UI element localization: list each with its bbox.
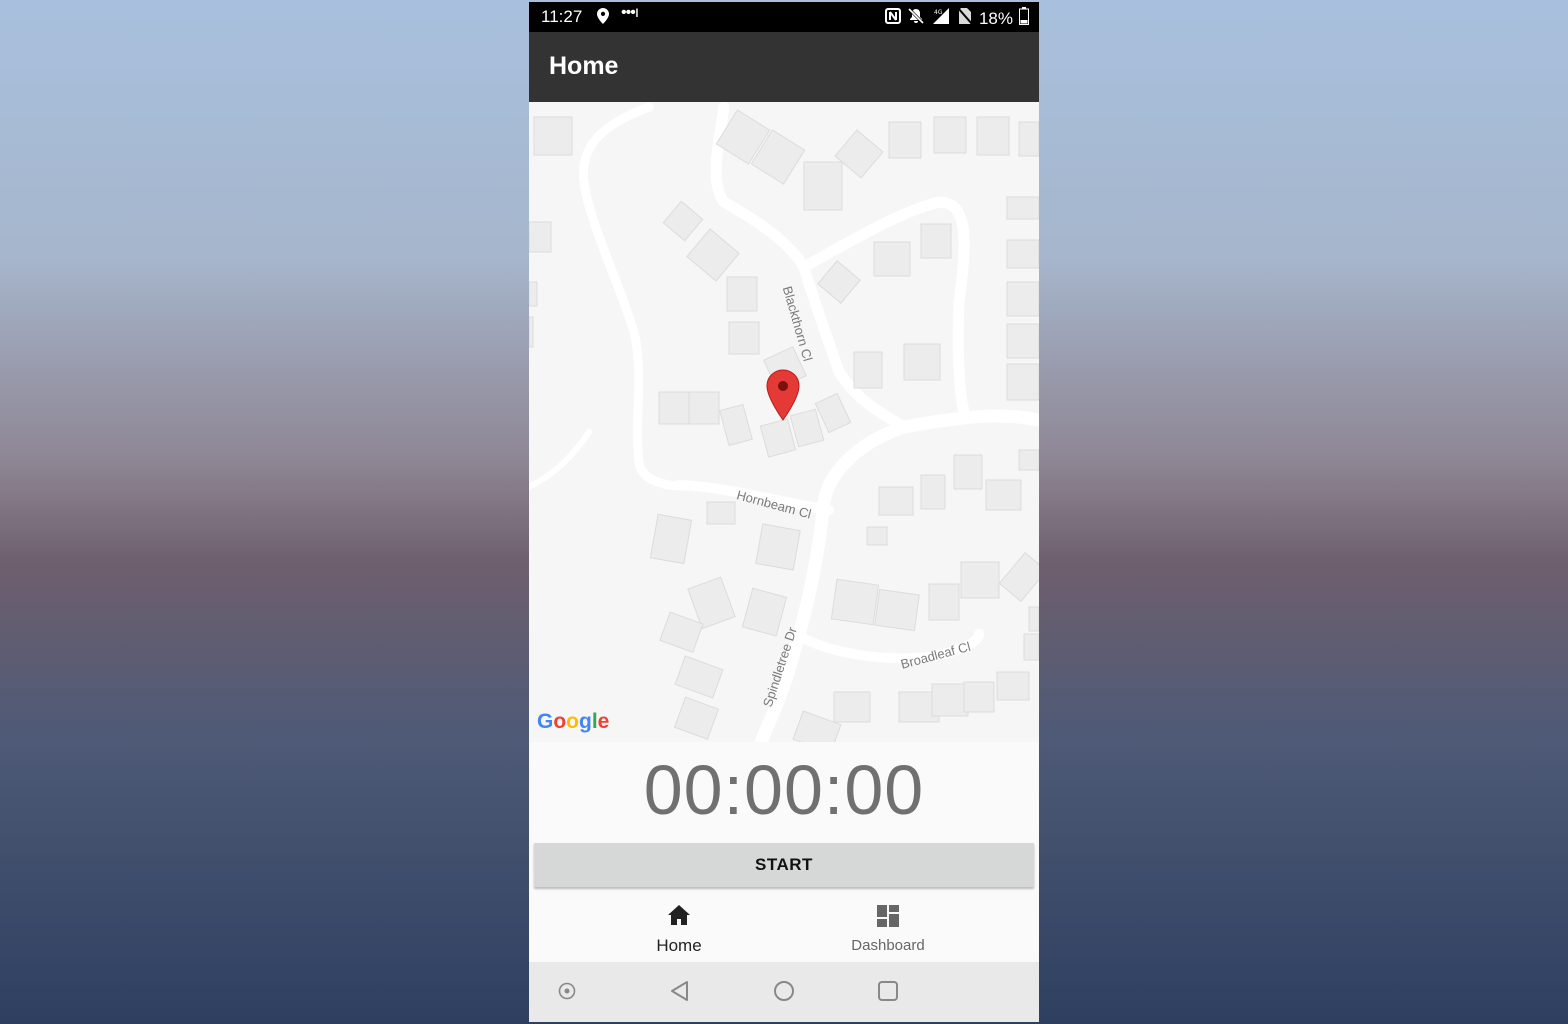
- assistant-icon[interactable]: [558, 980, 576, 1007]
- notification-dots: •••ı: [621, 4, 639, 21]
- location-marker-icon: [766, 369, 800, 421]
- no-sim-icon: [957, 7, 973, 30]
- back-icon[interactable]: [669, 980, 691, 1007]
- start-button[interactable]: START: [534, 843, 1034, 887]
- google-logo: Google: [537, 710, 610, 733]
- nav-label-home: Home: [656, 936, 702, 955]
- status-icons: 4G 18%: [884, 7, 1029, 30]
- map-view[interactable]: Blackthorn Cl Hornbeam Cl Spindletree Dr…: [529, 102, 1039, 742]
- dashboard-icon: [876, 904, 900, 933]
- nav-item-dashboard[interactable]: Dashboard: [808, 892, 968, 962]
- status-bar: 11:27 •••ı 4G 18%: [529, 2, 1039, 32]
- mute-icon: [907, 7, 925, 30]
- nav-item-home[interactable]: Home: [599, 892, 759, 962]
- phone-screen: 11:27 •••ı 4G 18% Home Blackthorn Cl Hor…: [529, 2, 1039, 1022]
- nfc-icon: [884, 8, 901, 29]
- home-circle-icon[interactable]: [773, 980, 795, 1007]
- battery-icon: [1019, 7, 1029, 30]
- battery-percent: 18%: [978, 8, 1013, 28]
- location-icon: [597, 8, 609, 29]
- status-time: 11:27: [541, 7, 583, 26]
- recents-icon[interactable]: [877, 980, 899, 1007]
- nav-label-dashboard: Dashboard: [851, 937, 925, 954]
- timer-display: 00:00:00: [643, 751, 925, 829]
- svg-text:4G: 4G: [934, 9, 943, 16]
- app-bar: Home: [529, 32, 1039, 102]
- bottom-navigation: Home Dashboard: [529, 892, 1039, 962]
- system-navigation-bar: [529, 962, 1039, 1022]
- home-icon: [667, 904, 691, 931]
- signal-icon: 4G: [931, 7, 951, 30]
- page-title: Home: [549, 52, 619, 80]
